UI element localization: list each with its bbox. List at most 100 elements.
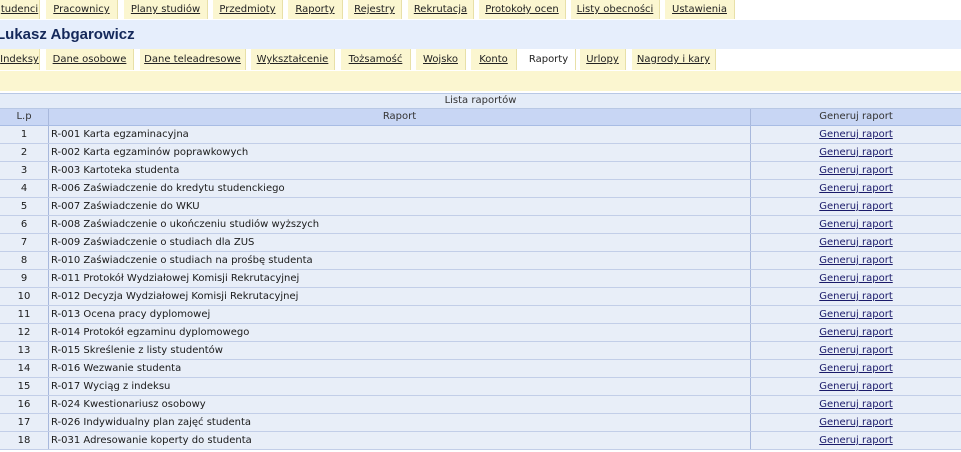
sub-tab-dane-teleadresowe[interactable]: Dane teleadresowe <box>140 49 246 70</box>
row-lp: 10 <box>0 288 49 305</box>
generate-report-link[interactable]: Generuj raport <box>819 201 893 212</box>
top-tab-rekrutacja[interactable]: Rekrutacja <box>408 0 474 19</box>
row-report-name: R-015 Skreślenie z listy studentów <box>49 342 751 359</box>
table-row: 18 R-031 Adresowanie koperty do studenta G… <box>0 432 961 450</box>
generate-report-link[interactable]: Generuj raport <box>819 435 893 446</box>
table-row: 9 R-011 Protokół Wydziałowej Komisji Rekr… <box>0 270 961 288</box>
row-generate-cell: Generuj raport <box>751 162 961 179</box>
generate-report-link[interactable]: Generuj raport <box>819 147 893 158</box>
top-tab-protokoly-ocen[interactable]: Protokoły ocen <box>479 0 566 19</box>
table-row: 13 R-015 Skreślenie z listy studentów Gene… <box>0 342 961 360</box>
student-title-bar: Lukasz Abgarowicz <box>0 20 961 49</box>
student-sub-navigation: Indeksy Dane osobowe Dane teleadresowe W… <box>0 49 961 71</box>
generate-report-link[interactable]: Generuj raport <box>819 237 893 248</box>
row-lp: 4 <box>0 180 49 197</box>
sub-tab-indeksy[interactable]: Indeksy <box>0 49 40 70</box>
row-generate-cell: Generuj raport <box>751 378 961 395</box>
table-row: 8 R-010 Zaświadczenie o studiach na prośb… <box>0 252 961 270</box>
reports-table: Lista raportów L.p Raport Generuj raport… <box>0 93 961 450</box>
table-row: 17 R-026 Indywidualny plan zajęć studenta… <box>0 414 961 432</box>
row-generate-cell: Generuj raport <box>751 396 961 413</box>
sub-tab-tozsamosc[interactable]: Tożsamość <box>341 49 411 70</box>
top-tab-ustawienia[interactable]: Ustawienia <box>665 0 735 19</box>
row-generate-cell: Generuj raport <box>751 252 961 269</box>
row-report-name: R-009 Zaświadczenie o studiach dla ZUS <box>49 234 751 251</box>
table-row: 10 R-012 Decyzja Wydziałowej Komisji Rekr… <box>0 288 961 306</box>
row-report-name: R-007 Zaświadczenie do WKU <box>49 198 751 215</box>
top-tab-studenci[interactable]: tudenci <box>0 0 40 19</box>
row-lp: 13 <box>0 342 49 359</box>
top-tab-listy-obecnosci[interactable]: Listy obecności <box>571 0 660 19</box>
row-lp: 12 <box>0 324 49 341</box>
generate-report-link[interactable]: Generuj raport <box>819 345 893 356</box>
sub-tab-wyksztalcenie[interactable]: Wykształcenie <box>251 49 335 70</box>
top-tab-plany-studiow[interactable]: Plany studiów <box>124 0 208 19</box>
generate-report-link[interactable]: Generuj raport <box>819 273 893 284</box>
row-report-name: R-001 Karta egzaminacyjna <box>49 126 751 143</box>
row-lp: 14 <box>0 360 49 377</box>
sub-tab-konto[interactable]: Konto <box>471 49 517 70</box>
row-lp: 9 <box>0 270 49 287</box>
row-generate-cell: Generuj raport <box>751 198 961 215</box>
row-lp: 5 <box>0 198 49 215</box>
table-row: 12 R-014 Protokół egzaminu dyplomowego Gen… <box>0 324 961 342</box>
generate-report-link[interactable]: Generuj raport <box>819 309 893 320</box>
top-tab-pracownicy[interactable]: Pracownicy <box>46 0 118 19</box>
row-generate-cell: Generuj raport <box>751 288 961 305</box>
top-tab-przedmioty[interactable]: Przedmioty <box>213 0 283 19</box>
generate-report-link[interactable]: Generuj raport <box>819 399 893 410</box>
generate-report-link[interactable]: Generuj raport <box>819 255 893 266</box>
row-generate-cell: Generuj raport <box>751 342 961 359</box>
row-generate-cell: Generuj raport <box>751 360 961 377</box>
row-report-name: R-010 Zaświadczenie o studiach na prośbę… <box>49 252 751 269</box>
sub-tab-dane-osobowe[interactable]: Dane osobowe <box>46 49 134 70</box>
table-row: 1 R-001 Karta egzaminacyjna Generuj raport <box>0 126 961 144</box>
generate-report-link[interactable]: Generuj raport <box>819 165 893 176</box>
row-report-name: R-017 Wyciąg z indeksu <box>49 378 751 395</box>
table-caption: Lista raportów <box>0 93 961 109</box>
row-generate-cell: Generuj raport <box>751 180 961 197</box>
row-lp: 8 <box>0 252 49 269</box>
top-navigation: tudenci Pracownicy Plany studiów Przedmi… <box>0 0 961 19</box>
row-report-name: R-016 Wezwanie studenta <box>49 360 751 377</box>
generate-report-link[interactable]: Generuj raport <box>819 183 893 194</box>
row-generate-cell: Generuj raport <box>751 144 961 161</box>
generate-report-link[interactable]: Generuj raport <box>819 381 893 392</box>
row-generate-cell: Generuj raport <box>751 270 961 287</box>
table-header: L.p Raport Generuj raport <box>0 109 961 126</box>
row-report-name: R-031 Adresowanie koperty do studenta <box>49 432 751 449</box>
header-raport: Raport <box>49 109 751 125</box>
row-lp: 11 <box>0 306 49 323</box>
generate-report-link[interactable]: Generuj raport <box>819 363 893 374</box>
generate-report-link[interactable]: Generuj raport <box>819 327 893 338</box>
sub-tab-raporty[interactable]: Raporty <box>522 49 576 70</box>
table-row: 4 R-006 Zaświadczenie do kredytu studenck… <box>0 180 961 198</box>
sub-nav-band <box>0 71 961 91</box>
table-row: 3 R-003 Kartoteka studenta Generuj raport <box>0 162 961 180</box>
table-row: 7 R-009 Zaświadczenie o studiach dla ZUS G… <box>0 234 961 252</box>
sub-tab-urlopy[interactable]: Urlopy <box>580 49 626 70</box>
table-row: 2 R-002 Karta egzaminów poprawkowych Gener… <box>0 144 961 162</box>
row-generate-cell: Generuj raport <box>751 126 961 143</box>
row-report-name: R-014 Protokół egzaminu dyplomowego <box>49 324 751 341</box>
row-report-name: R-024 Kwestionariusz osobowy <box>49 396 751 413</box>
table-row: 15 R-017 Wyciąg z indeksu Generuj raport <box>0 378 961 396</box>
generate-report-link[interactable]: Generuj raport <box>819 129 893 140</box>
row-report-name: R-003 Kartoteka studenta <box>49 162 751 179</box>
generate-report-link[interactable]: Generuj raport <box>819 417 893 428</box>
row-lp: 17 <box>0 414 49 431</box>
row-lp: 16 <box>0 396 49 413</box>
sub-tab-nagrody-i-kary[interactable]: Nagrody i kary <box>632 49 716 70</box>
top-tab-raporty[interactable]: Raporty <box>288 0 343 19</box>
table-row: 6 R-008 Zaświadczenie o ukończeniu studió… <box>0 216 961 234</box>
table-row: 16 R-024 Kwestionariusz osobowy Generuj ra… <box>0 396 961 414</box>
row-lp: 2 <box>0 144 49 161</box>
row-lp: 1 <box>0 126 49 143</box>
row-generate-cell: Generuj raport <box>751 216 961 233</box>
row-generate-cell: Generuj raport <box>751 432 961 449</box>
generate-report-link[interactable]: Generuj raport <box>819 219 893 230</box>
sub-tab-wojsko[interactable]: Wojsko <box>416 49 466 70</box>
top-tab-rejestry[interactable]: Rejestry <box>348 0 402 19</box>
generate-report-link[interactable]: Generuj raport <box>819 291 893 302</box>
row-generate-cell: Generuj raport <box>751 414 961 431</box>
